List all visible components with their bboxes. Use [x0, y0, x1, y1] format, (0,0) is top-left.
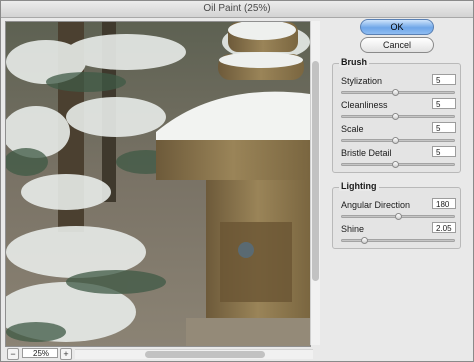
bristle-detail-slider-thumb[interactable] [391, 161, 399, 168]
stylization-label: Stylization [341, 76, 383, 86]
cancel-button[interactable]: Cancel [360, 37, 434, 53]
scale-slider-thumb[interactable] [391, 137, 399, 144]
cleanliness-slider-track[interactable] [341, 113, 455, 120]
shine-control: Shine 2.05 [339, 222, 456, 248]
angular-direction-label: Angular Direction [341, 200, 411, 210]
cleanliness-control: Cleanliness 5 [339, 98, 456, 124]
window-title: Oil Paint (25%) [203, 3, 271, 14]
scale-control: Scale 5 [339, 122, 456, 148]
stylization-control: Stylization 5 [339, 74, 456, 100]
shine-slider-track[interactable] [341, 237, 455, 244]
cleanliness-label: Cleanliness [341, 100, 388, 110]
zoom-level-field[interactable]: 25% [22, 348, 58, 358]
lighting-legend: Lighting [339, 181, 379, 191]
vertical-scroll-thumb[interactable] [312, 61, 319, 281]
preview-painting [6, 22, 310, 346]
bristle-detail-label: Bristle Detail [341, 148, 392, 158]
bristle-detail-slider-track[interactable] [341, 161, 455, 168]
oil-paint-dialog: Oil Paint (25%) − 25% + OK Cancel Brush … [0, 0, 474, 362]
horizontal-scroll-thumb[interactable] [145, 351, 265, 358]
angular-direction-input[interactable]: 180 [432, 198, 456, 209]
stylization-input[interactable]: 5 [432, 74, 456, 85]
lighting-group: Lighting Angular Direction 180 Shine 2.0… [332, 181, 461, 249]
zoom-in-button[interactable]: + [60, 348, 72, 360]
preview-bottom-bar: − 25% + [5, 347, 319, 360]
angular-direction-slider-track[interactable] [341, 213, 455, 220]
scale-slider-track[interactable] [341, 137, 455, 144]
stylization-slider-thumb[interactable] [391, 89, 399, 96]
title-bar[interactable]: Oil Paint (25%) [1, 1, 473, 18]
plus-icon: + [63, 349, 69, 359]
minus-icon: − [10, 349, 16, 359]
bristle-detail-input[interactable]: 5 [432, 146, 456, 157]
ok-button[interactable]: OK [360, 19, 434, 35]
zoom-out-button[interactable]: − [7, 348, 19, 360]
shine-slider-thumb[interactable] [361, 237, 369, 244]
brush-legend: Brush [339, 57, 370, 67]
shine-input[interactable]: 2.05 [432, 222, 456, 233]
angular-direction-control: Angular Direction 180 [339, 198, 456, 224]
scale-label: Scale [341, 124, 364, 134]
bristle-detail-control: Bristle Detail 5 [339, 146, 456, 172]
angular-direction-slider-thumb[interactable] [395, 213, 402, 220]
stylization-slider-track[interactable] [341, 89, 455, 96]
filter-preview-image[interactable] [5, 21, 311, 347]
preview-horizontal-scrollbar[interactable] [75, 349, 313, 359]
shine-label: Shine [341, 224, 365, 234]
cleanliness-slider-thumb[interactable] [391, 113, 399, 120]
brush-group: Brush Stylization 5 Cleanliness 5 Scale … [332, 57, 461, 173]
scale-input[interactable]: 5 [432, 122, 456, 133]
preview-vertical-scrollbar[interactable] [310, 21, 320, 345]
cleanliness-input[interactable]: 5 [432, 98, 456, 109]
